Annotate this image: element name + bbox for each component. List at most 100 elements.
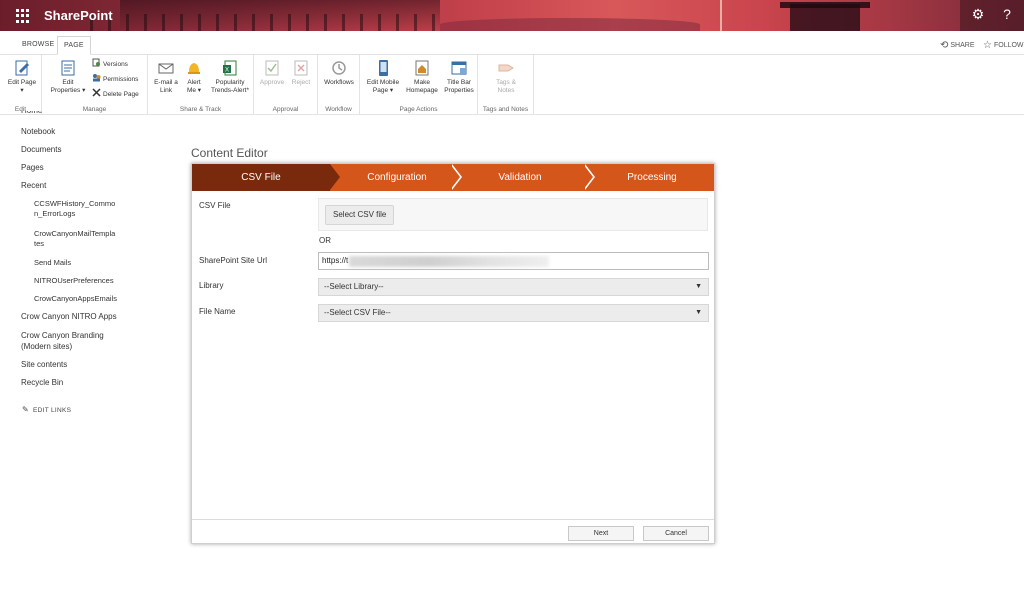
excel-icon: X — [221, 59, 239, 77]
select-csv-file-button[interactable]: Select CSV file — [325, 205, 395, 225]
group-label-approval: Approval — [272, 106, 299, 113]
title-bar-properties-button[interactable]: Title Bar Properties — [442, 59, 476, 94]
follow-label: FOLLOW — [993, 42, 1024, 49]
ribbon-group-edit: Edit Page ▾ Edit — [0, 55, 42, 115]
edit-mobile-page-button[interactable]: Edit Mobile Page ▾ — [364, 59, 402, 94]
make-homepage-button[interactable]: Make Homepage — [404, 59, 440, 94]
ribbon: Edit Page ▾ Edit Edit Properties ▾ Versi… — [0, 55, 1024, 115]
library-select[interactable]: --Select Library-- ▼ — [318, 278, 709, 296]
step-configuration[interactable]: Configuration — [342, 164, 452, 191]
workflows-button[interactable]: Workflows — [321, 59, 357, 87]
banner-lifeguard-tower — [790, 4, 860, 31]
content-editor-title: Content Editor — [191, 146, 268, 160]
file-name-select[interactable]: --Select CSV File-- ▼ — [318, 304, 709, 322]
versions-button[interactable]: Versions — [92, 58, 128, 70]
redacted-url — [349, 256, 549, 267]
approve-label: Approve — [259, 79, 285, 86]
nav-recent-item[interactable]: Send Mails — [34, 258, 71, 268]
brand-title[interactable]: SharePoint — [44, 8, 113, 23]
reject-button[interactable]: Reject — [288, 59, 314, 87]
edit-properties-label-2: Properties ▾ — [50, 86, 86, 94]
email-icon — [157, 59, 175, 77]
gear-icon[interactable]: ⚙ — [969, 6, 987, 23]
next-button[interactable]: Next — [568, 526, 634, 541]
nav-notebook[interactable]: Notebook — [21, 127, 55, 136]
home-icon — [413, 59, 431, 77]
tab-browse[interactable]: BROWSE — [16, 36, 60, 55]
follow-link[interactable]: ☆ FOLLOW — [983, 40, 1024, 51]
csv-file-label: CSV File — [199, 201, 231, 210]
nav-pages[interactable]: Pages — [21, 163, 44, 172]
email-label-2: Link — [160, 86, 172, 94]
cancel-button[interactable]: Cancel — [643, 526, 709, 541]
dropdown-arrow-icon: ▼ — [695, 309, 702, 316]
permissions-label: Permissions — [103, 76, 139, 83]
versions-label: Versions — [103, 61, 128, 68]
help-icon[interactable]: ? — [998, 6, 1016, 22]
nav-recent-item[interactable]: CCSWFHistory_Commo n_ErrorLogs — [34, 199, 115, 219]
permissions-button[interactable]: Permissions — [92, 73, 138, 85]
edit-page-icon — [13, 59, 31, 77]
nav-recent: Recent — [21, 181, 47, 190]
edit-page-button[interactable]: Edit Page ▾ — [6, 59, 38, 94]
share-icon: ⟲ — [940, 40, 949, 51]
edit-properties-icon — [59, 59, 77, 77]
nav-recent-item[interactable]: CrowCanyonMailTempla tes — [34, 229, 115, 249]
alert-label-1: Alert — [187, 79, 201, 86]
tags-notes-button[interactable]: Tags & Notes — [488, 59, 524, 94]
edit-properties-label-1: Edit — [62, 79, 74, 86]
ribbon-group-manage: Edit Properties ▾ Versions Permissions D… — [42, 55, 148, 115]
step-csv-file[interactable]: CSV File — [192, 164, 330, 191]
group-label-tags: Tags and Notes — [482, 106, 529, 113]
edit-mobile-label-2: Page ▾ — [372, 86, 394, 94]
nav-recent-item[interactable]: NITROUserPreferences — [34, 276, 114, 286]
pencil-icon: ✎ — [22, 405, 30, 414]
bell-icon — [185, 59, 203, 77]
site-url-label: SharePoint Site Url — [199, 256, 268, 265]
step-validation[interactable]: Validation — [464, 164, 576, 191]
delete-page-button[interactable]: Delete Page — [92, 88, 139, 100]
delete-icon — [92, 88, 101, 97]
popularity-label-2: Trends-Alert* — [210, 86, 250, 94]
approve-button[interactable]: Approve — [258, 59, 286, 87]
tab-page[interactable]: PAGE — [57, 36, 91, 55]
nav-documents[interactable]: Documents — [21, 145, 61, 154]
nav-nitro-apps[interactable]: Crow Canyon NITRO Apps — [21, 312, 117, 321]
ribbon-group-page-actions: Edit Mobile Page ▾ Make Homepage Title B… — [360, 55, 478, 115]
nav-recycle-bin[interactable]: Recycle Bin — [21, 378, 63, 387]
make-homepage-label-2: Homepage — [406, 86, 438, 94]
workflows-label: Workflows — [324, 79, 354, 86]
csv-import-panel: CSV File Configuration Validation Proces… — [191, 163, 715, 544]
nav-recent-item[interactable]: CrowCanyonAppsEmails — [34, 294, 117, 304]
group-label-share-track: Share & Track — [179, 106, 222, 113]
email-link-button[interactable]: E-mail a Link — [152, 59, 180, 94]
share-link[interactable]: ⟲ SHARE — [940, 40, 975, 51]
dropdown-arrow-icon: ▼ — [695, 283, 702, 290]
svg-text:X: X — [225, 68, 229, 74]
alert-label-2: Me ▾ — [186, 86, 202, 94]
library-select-value: --Select Library-- — [324, 282, 384, 291]
banner-hills — [440, 18, 700, 31]
nav-branding[interactable]: Crow Canyon Branding (Modern sites) — [21, 330, 104, 352]
step-label: Configuration — [367, 172, 427, 183]
edit-page-label: Edit Page — [7, 79, 37, 86]
popularity-trends-button[interactable]: X Popularity Trends-Alert* — [208, 59, 252, 94]
reject-label: Reject — [291, 79, 311, 86]
alert-me-button[interactable]: Alert Me ▾ — [182, 59, 206, 94]
approve-icon — [263, 59, 281, 77]
edit-links-button[interactable]: ✎ EDIT LINKS — [22, 405, 71, 414]
step-processing[interactable]: Processing — [596, 164, 708, 191]
nav-recent-item-line1: CrowCanyonMailTempla — [34, 229, 116, 238]
nav-recent-item-line2: tes — [34, 239, 45, 248]
file-name-label: File Name — [199, 307, 236, 316]
step-label: Validation — [498, 172, 542, 183]
waffle-icon[interactable] — [16, 9, 30, 23]
nav-recent-item-line2: n_ErrorLogs — [34, 209, 76, 218]
title-bar-label-1: Title Bar — [447, 79, 471, 86]
ribbon-tabs: BROWSE PAGE ⟲ SHARE ☆ FOLLOW — [0, 31, 1024, 55]
ribbon-group-approval: Approve Reject Approval — [254, 55, 318, 115]
nav-site-contents[interactable]: Site contents — [21, 360, 67, 369]
edit-properties-button[interactable]: Edit Properties ▾ — [48, 59, 88, 94]
edit-mobile-label-1: Edit Mobile — [366, 79, 400, 86]
ribbon-group-tags: Tags & Notes Tags and Notes — [478, 55, 534, 115]
